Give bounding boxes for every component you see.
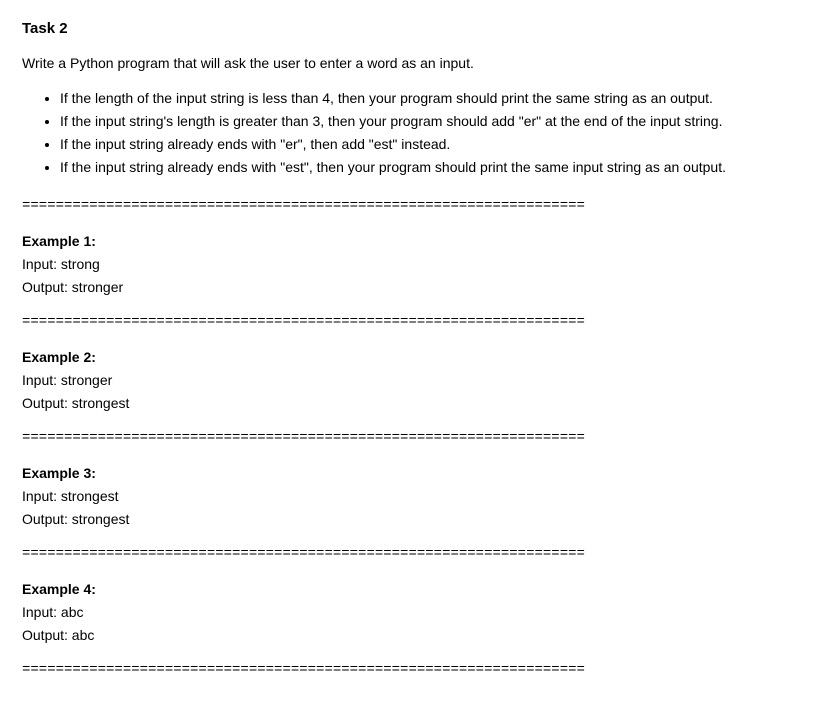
task-bullet: If the input string already ends with "e… — [60, 157, 809, 178]
example-label: Example 2: — [22, 347, 809, 368]
example-input: Input: abc — [22, 602, 809, 623]
example-output: Output: strongest — [22, 393, 809, 414]
example-input: Input: strongest — [22, 486, 809, 507]
task-bullet: If the input string already ends with "e… — [60, 134, 809, 155]
section-divider: ========================================… — [22, 428, 809, 449]
example-label: Example 3: — [22, 463, 809, 484]
example-output: Output: abc — [22, 625, 809, 646]
section-divider: ========================================… — [22, 196, 809, 217]
example-block: Example 1: Input: strong Output: stronge… — [22, 231, 809, 298]
task-intro: Write a Python program that will ask the… — [22, 53, 809, 74]
task-bullet-list: If the length of the input string is les… — [22, 88, 809, 178]
example-block: Example 2: Input: stronger Output: stron… — [22, 347, 809, 414]
example-block: Example 4: Input: abc Output: abc — [22, 579, 809, 646]
example-label: Example 1: — [22, 231, 809, 252]
example-output: Output: stronger — [22, 277, 809, 298]
example-input: Input: stronger — [22, 370, 809, 391]
task-bullet: If the length of the input string is les… — [60, 88, 809, 109]
example-block: Example 3: Input: strongest Output: stro… — [22, 463, 809, 530]
section-divider: ========================================… — [22, 312, 809, 333]
example-label: Example 4: — [22, 579, 809, 600]
task-title: Task 2 — [22, 18, 809, 41]
section-divider: ========================================… — [22, 660, 809, 681]
example-input: Input: strong — [22, 254, 809, 275]
task-bullet: If the input string's length is greater … — [60, 111, 809, 132]
section-divider: ========================================… — [22, 544, 809, 565]
example-output: Output: strongest — [22, 509, 809, 530]
